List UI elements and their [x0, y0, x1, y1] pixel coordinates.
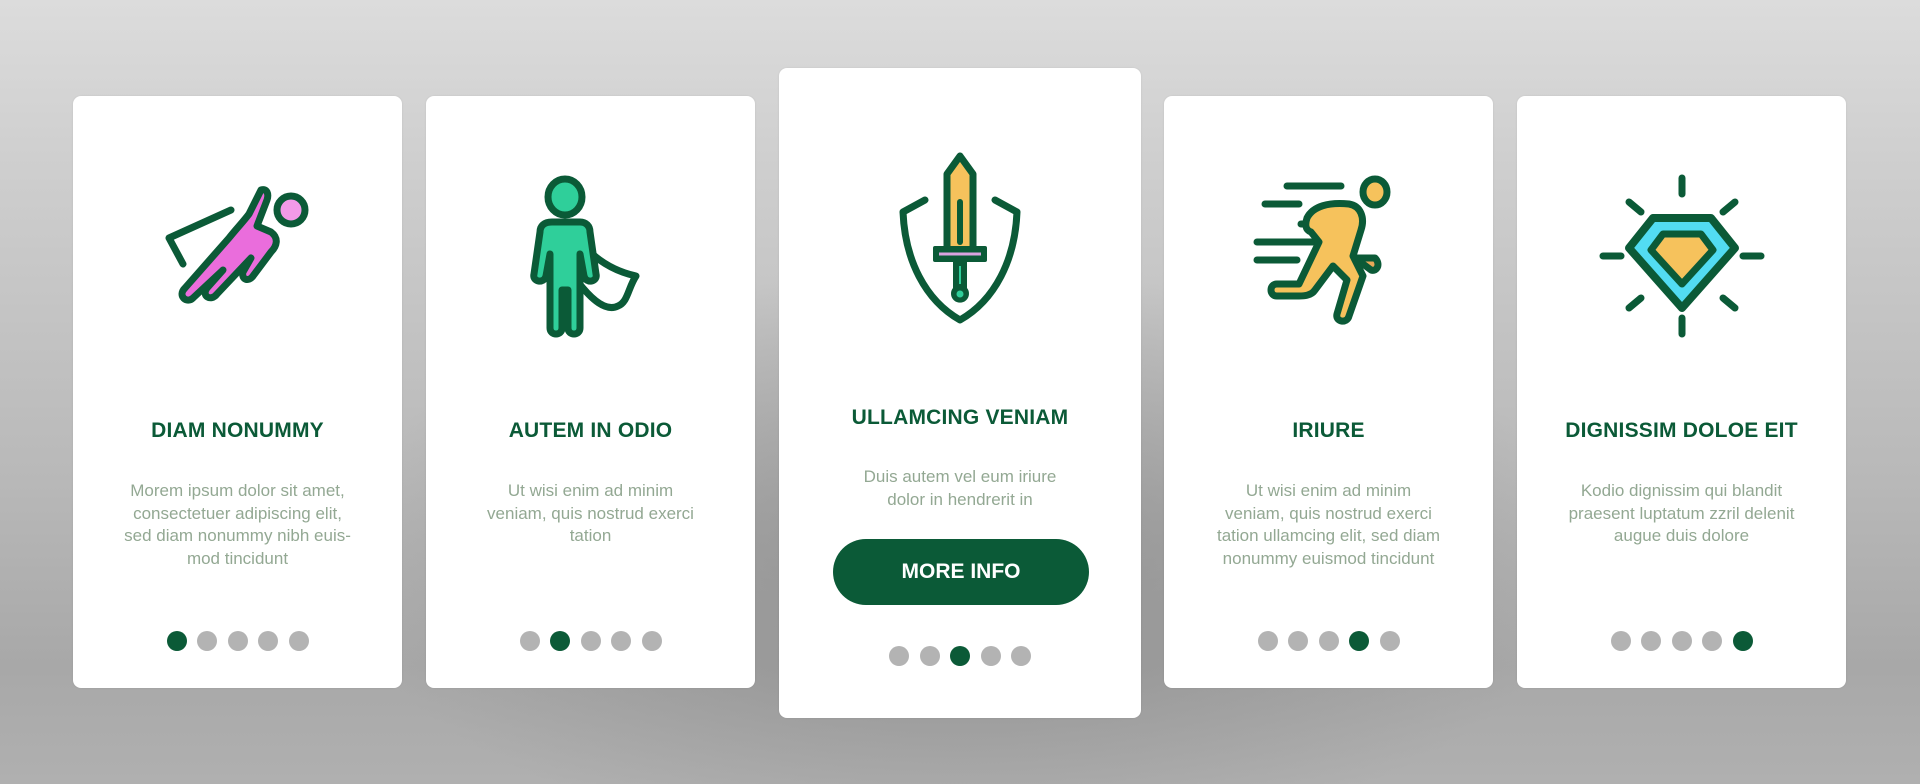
- description-line: Ut wisi enim ad minim: [507, 481, 674, 500]
- page-dot-2[interactable]: [919, 646, 940, 666]
- card-description: Morem ipsum dolor sit amet, consectetuer…: [93, 480, 382, 570]
- page-dot-5[interactable]: [1011, 646, 1031, 666]
- description-line: augue duis dolore: [1613, 526, 1750, 545]
- page-dot-4[interactable]: [611, 631, 631, 651]
- flying-superhero-icon: [73, 172, 402, 332]
- description-line: Duis autem vel eum iriure: [863, 467, 1057, 486]
- page-dot-4[interactable]: [1702, 631, 1722, 651]
- page-dot-5[interactable]: [641, 631, 662, 651]
- onboarding-card-5: DIGNISSIM DOLOE EIT Kodio dignissim qui …: [1517, 96, 1846, 688]
- onboarding-card-2: AUTEM IN ODIO Ut wisi enim ad minim veni…: [426, 96, 755, 688]
- description-line: tation: [569, 526, 612, 545]
- description-line: praesent luptatum zzril delenit: [1568, 503, 1795, 523]
- description-line: tation ullamcing elit, sed diam: [1216, 526, 1440, 545]
- description-line: mod tincidunt: [186, 548, 289, 568]
- onboarding-card-1: DIAM NONUMMY Morem ipsum dolor sit amet,…: [73, 96, 402, 688]
- card-description: Ut wisi enim ad minim veniam, quis nostr…: [446, 480, 735, 548]
- page-dot-2[interactable]: [1641, 631, 1661, 651]
- card-title: ULLAMCING VENIAM: [851, 406, 1069, 429]
- description-line: consectetuer adipiscing elit,: [133, 503, 342, 523]
- description-line: dolor in hendrerit in: [887, 489, 1033, 509]
- description-line: sed diam nonummy nibh euis-: [124, 526, 351, 545]
- card-title: DIGNISSIM DOLOE EIT: [1565, 419, 1798, 442]
- page-dot-1[interactable]: [519, 631, 540, 651]
- page-dot-4-active[interactable]: [1349, 631, 1369, 651]
- page-dot-5[interactable]: [288, 631, 309, 651]
- page-dot-2[interactable]: [197, 631, 217, 651]
- page-dot-2[interactable]: [1288, 631, 1308, 651]
- description-line: veniam, quis nostrud exerci: [1225, 503, 1432, 523]
- page-dot-3[interactable]: [580, 631, 601, 651]
- page-dot-4[interactable]: [980, 646, 1001, 666]
- card-description: Ut wisi enim ad minim veniam, quis nostr…: [1184, 480, 1473, 570]
- pagination-dots: [426, 631, 755, 651]
- description-line: Kodio dignissim qui blandit: [1580, 481, 1783, 500]
- pagination-dots: [779, 646, 1141, 666]
- onboarding-card-3-featured: ULLAMCING VENIAM Duis autem vel eum iriu…: [779, 68, 1141, 718]
- page-dot-2-active[interactable]: [550, 631, 570, 651]
- description-line: Ut wisi enim ad minim: [1245, 481, 1412, 500]
- shining-diamond-icon: [1517, 172, 1846, 342]
- description-line: Morem ipsum dolor sit amet,: [130, 481, 345, 500]
- page-dot-3[interactable]: [1318, 631, 1339, 651]
- page-dot-1[interactable]: [1257, 631, 1278, 651]
- card-title: DIAM NONUMMY: [151, 419, 324, 442]
- page-dot-3[interactable]: [1671, 631, 1692, 651]
- pagination-dots: [73, 631, 402, 651]
- page-dot-3[interactable]: [227, 631, 248, 651]
- page-dot-3-active[interactable]: [950, 646, 970, 666]
- card-description: Kodio dignissim qui blandit praesent lup…: [1537, 480, 1826, 548]
- card-description: Duis autem vel eum iriure dolor in hendr…: [799, 466, 1121, 511]
- page-dot-5-active[interactable]: [1732, 631, 1753, 651]
- page-dot-1[interactable]: [889, 646, 909, 666]
- description-line: nonummy euismod tincidunt: [1222, 548, 1435, 568]
- pagination-dots: [1517, 631, 1846, 651]
- onboarding-card-4: IRIURE Ut wisi enim ad minim veniam, qui…: [1164, 96, 1493, 688]
- page-dot-5[interactable]: [1379, 631, 1400, 651]
- pagination-dots: [1164, 631, 1493, 651]
- description-line: veniam, quis nostrud exerci: [487, 503, 694, 523]
- page-dot-1-active[interactable]: [166, 631, 187, 651]
- card-title: IRIURE: [1292, 419, 1365, 442]
- caped-hero-icon: [426, 172, 755, 342]
- sword-shield-icon: [779, 150, 1141, 330]
- page-dot-1[interactable]: [1610, 631, 1631, 651]
- more-info-button[interactable]: MORE INFO: [833, 539, 1089, 605]
- running-hero-icon: [1164, 172, 1493, 342]
- card-title: AUTEM IN ODIO: [508, 419, 673, 442]
- page-dot-4[interactable]: [258, 631, 278, 651]
